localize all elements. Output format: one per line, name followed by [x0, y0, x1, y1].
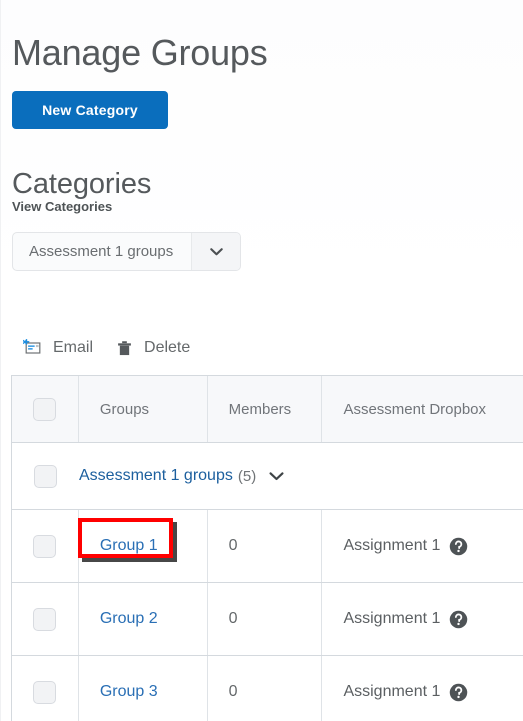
email-action-label: Email [53, 339, 94, 356]
categories-heading: Categories [12, 168, 152, 201]
row-group-cell: Group 3 [79, 656, 208, 721]
category-row-checkbox[interactable] [34, 464, 57, 488]
category-group-row: Assessment 1 groups (5) [12, 443, 523, 510]
header-label-assessment-dropbox: Assessment Dropbox [343, 400, 487, 418]
row-group-cell: Group 1 [77, 510, 208, 582]
trash-icon [113, 337, 135, 359]
table-row: Group 3 0 Assignment 1 [12, 656, 523, 721]
groups-table: Groups Members Assessment Dropbox Assess… [11, 375, 523, 721]
header-cell-select-all [12, 376, 79, 442]
row-members-cell: 0 [208, 510, 323, 582]
delete-action-label: Delete [144, 339, 191, 356]
row-checkbox[interactable] [33, 534, 57, 558]
row-select-cell [12, 583, 79, 655]
dropbox-name: Assignment 1 [343, 610, 441, 627]
header-cell-groups: Groups [79, 376, 208, 442]
chevron-down-icon [269, 471, 284, 480]
group-name-link[interactable]: Group 2 [100, 610, 158, 628]
email-action[interactable]: Email [22, 337, 93, 359]
category-collapse-toggle[interactable] [269, 471, 284, 481]
table-header-row: Groups Members Assessment Dropbox [12, 376, 523, 443]
row-checkbox[interactable] [33, 607, 57, 631]
row-members-cell: 0 [208, 656, 323, 721]
delete-action[interactable]: Delete [113, 337, 190, 359]
group-name-link[interactable]: Group 3 [100, 683, 158, 701]
row-dropbox-cell: Assignment 1 [322, 583, 523, 655]
new-category-button[interactable]: New Category [12, 91, 168, 129]
category-count: (5) [237, 467, 257, 485]
row-select-cell [12, 510, 79, 582]
row-checkbox[interactable] [33, 680, 57, 704]
help-circle-icon[interactable] [449, 683, 468, 702]
header-label-members: Members [228, 400, 292, 418]
view-categories-select[interactable]: Assessment 1 groups [12, 232, 241, 271]
row-select-cell [12, 656, 79, 721]
email-icon [22, 337, 44, 359]
header-cell-assessment-dropbox: Assessment Dropbox [322, 376, 523, 442]
view-categories-label: View Categories [12, 199, 113, 214]
row-members-cell: 0 [208, 583, 323, 655]
help-circle-icon[interactable] [449, 537, 468, 556]
row-dropbox-cell: Assignment 1 [322, 510, 523, 582]
member-count: 0 [228, 683, 238, 700]
member-count: 0 [228, 610, 238, 627]
chevron-down-icon [209, 247, 223, 255]
row-dropbox-cell: Assignment 1 [322, 656, 523, 721]
header-cell-members: Members [208, 376, 323, 442]
table-action-toolbar: Email Delete [22, 334, 190, 362]
select-all-checkbox[interactable] [33, 397, 57, 421]
dropbox-name: Assignment 1 [343, 683, 441, 700]
view-categories-select-arrow[interactable] [191, 233, 240, 270]
help-circle-icon[interactable] [449, 610, 468, 629]
page-title: Manage Groups [12, 32, 268, 74]
group-name-link[interactable]: Group 1 [100, 537, 158, 554]
manage-groups-page: Manage Groups New Category Categories Vi… [0, 0, 523, 721]
row-group-cell: Group 2 [79, 583, 208, 655]
table-row: Group 2 0 Assignment 1 [12, 583, 523, 656]
page-left-edge [0, 0, 1, 721]
member-count: 0 [228, 537, 238, 554]
category-name-link[interactable]: Assessment 1 groups [79, 467, 233, 485]
table-row: Group 1 0 Assignment 1 [12, 510, 523, 583]
header-label-groups: Groups [99, 400, 150, 418]
dropbox-name: Assignment 1 [343, 537, 441, 554]
view-categories-select-value: Assessment 1 groups [29, 243, 174, 260]
